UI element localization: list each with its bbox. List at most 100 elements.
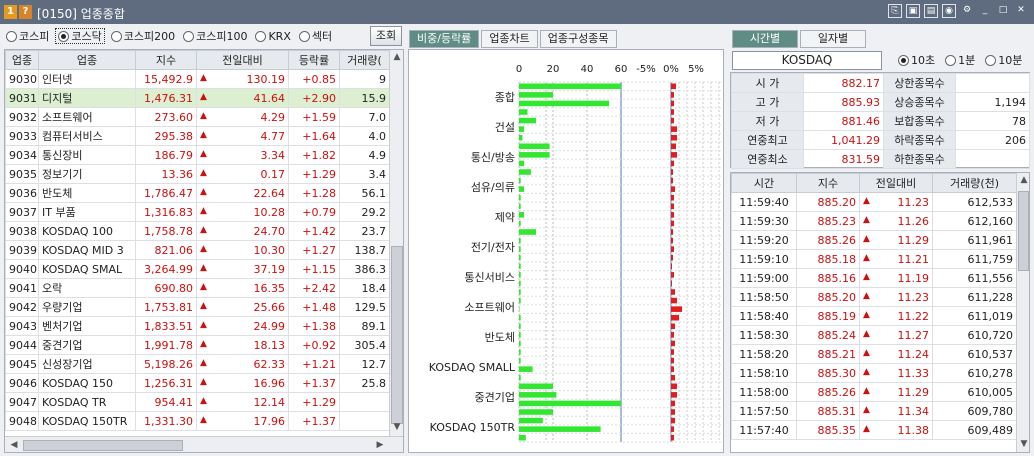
help-badge[interactable]: ? [19, 5, 32, 19]
column-header[interactable]: 거래량( [339, 50, 390, 70]
sector-volume: 3.4 [339, 164, 390, 184]
column-header[interactable]: 전일대비 [859, 173, 933, 193]
column-header[interactable]: 거래량(천) [932, 173, 1017, 193]
table-row[interactable]: 9032 소프트웨어 273.60 ▲ 4.29 +1.59 7.0 [5, 107, 390, 127]
volume-cell: 611,556 [932, 268, 1017, 288]
table-row[interactable]: 9035 정보기기 13.36 ▲ 0.17 +1.29 3.4 [5, 164, 390, 184]
market-radio-4[interactable]: KRX [253, 28, 292, 44]
table-row[interactable]: 11:57:40 885.35 ▲ 11.38 609,489 [731, 420, 1017, 440]
scroll-up-arrow[interactable]: ▲ [1017, 175, 1029, 185]
save-icon[interactable]: ▣ [906, 4, 920, 18]
table-row[interactable]: 11:58:20 885.21 ▲ 11.24 610,537 [731, 344, 1017, 364]
tab-1[interactable]: 업종차트 [481, 30, 538, 48]
minimize-icon[interactable]: _ [978, 4, 992, 18]
volume-cell: 611,961 [932, 230, 1017, 250]
table-row[interactable]: 11:59:40 885.20 ▲ 11.23 612,533 [731, 192, 1017, 212]
camera-icon[interactable]: ◉ [942, 4, 956, 18]
table-row[interactable]: 11:59:10 885.18 ▲ 11.21 611,759 [731, 249, 1017, 269]
scroll-thumb[interactable] [1018, 191, 1029, 271]
time-series-scrollbar[interactable]: ▲ ▼ [1016, 173, 1029, 452]
link-icon[interactable]: ⎘ [888, 4, 902, 18]
table-row[interactable]: 11:57:50 885.31 ▲ 11.34 609,780 [731, 401, 1017, 421]
search-button[interactable]: 조회 [370, 26, 402, 46]
print-icon[interactable]: ▤ [924, 4, 938, 18]
rate-bar [671, 126, 677, 132]
gear-icon[interactable]: ⚙ [960, 4, 974, 18]
up-triangle-icon: ▲ [200, 414, 207, 425]
table-row[interactable]: 9040 KOSDAQ SMAL 3,264.99 ▲ 37.19 +1.15 386.3 [5, 259, 390, 279]
market-radio-2[interactable]: 코스피200 [109, 28, 177, 44]
table-row[interactable]: 9041 오락 690.80 ▲ 16.35 +2.42 18.4 [5, 278, 390, 298]
table-row[interactable]: 9031 디지털 1,476.31 ▲ 41.64 +2.90 15.9 [5, 88, 390, 108]
tab-0[interactable]: 비중/등락률 [409, 30, 480, 48]
tab-2[interactable]: 업종구성종목 [539, 30, 617, 48]
table-row[interactable]: 11:59:00 885.16 ▲ 11.19 611,556 [731, 268, 1017, 288]
table-row[interactable]: 11:59:20 885.26 ▲ 11.29 611,961 [731, 230, 1017, 250]
column-header[interactable]: 시간 [731, 173, 797, 193]
table-row[interactable]: 9045 신성장기업 5,198.26 ▲ 62.33 +1.21 12.7 [5, 354, 390, 374]
column-header[interactable]: 전일대비 [196, 50, 289, 70]
weight-bar [519, 263, 521, 270]
column-header[interactable]: 업종 [5, 50, 39, 70]
sector-change: 4.77 [260, 129, 286, 143]
scroll-thumb[interactable] [391, 246, 403, 424]
table-row[interactable]: 9046 KOSDAQ 150 1,256.31 ▲ 16.96 +1.37 25.8 [5, 373, 390, 393]
table-row[interactable]: 9037 IT 부품 1,316.83 ▲ 10.28 +0.79 29.2 [5, 202, 390, 222]
table-row[interactable]: 9044 중견기업 1,991.78 ▲ 18.13 +0.92 305.4 [5, 335, 390, 355]
sector-rate: +1.82 [288, 145, 340, 165]
table-row[interactable]: 9042 우량기업 1,753.81 ▲ 25.66 +1.48 129.5 [5, 297, 390, 317]
tab-1[interactable]: 일자별 [800, 30, 866, 48]
rate-bar [671, 246, 674, 252]
table-row[interactable]: 9043 벤처기업 1,833.51 ▲ 24.99 +1.38 89.1 [5, 316, 390, 336]
tick-label: 60 [615, 64, 628, 75]
interval-radio-2[interactable]: 10분 [983, 52, 1024, 68]
sector-change-cell: ▲ 10.28 [196, 202, 289, 222]
tab-0[interactable]: 시간별 [732, 30, 798, 48]
table-row[interactable]: 9033 컴퓨터서비스 295.38 ▲ 4.77 +1.64 4.0 [5, 126, 390, 146]
table-row[interactable]: 11:59:30 885.23 ▲ 11.26 612,160 [731, 211, 1017, 231]
market-radio-0[interactable]: 코스피 [4, 28, 51, 44]
market-radio-1[interactable]: 코스닥 [55, 28, 105, 44]
horizontal-scrollbar[interactable]: ◀ ▶ [5, 436, 403, 452]
table-row[interactable]: 11:58:00 885.26 ▲ 11.29 610,005 [731, 382, 1017, 402]
table-row[interactable]: 9036 반도체 1,786.47 ▲ 22.64 +1.28 56.1 [5, 183, 390, 203]
market-radio-5[interactable]: 섹터 [297, 28, 334, 44]
scroll-down-arrow[interactable]: ▼ [390, 422, 403, 432]
table-row[interactable]: 9030 인터넷 15,492.9 ▲ 130.19 +0.85 9 [5, 69, 390, 89]
market-name-box[interactable]: KOSDAQ [732, 51, 882, 70]
table-row[interactable]: 9034 통신장비 186.79 ▲ 3.34 +1.82 4.9 [5, 145, 390, 165]
table-row[interactable]: 11:58:50 885.20 ▲ 11.23 611,228 [731, 287, 1017, 307]
radio-dot-icon [6, 30, 17, 42]
category-label: 제약 [495, 210, 515, 224]
rate-bar [671, 426, 674, 432]
column-header[interactable]: 지수 [796, 173, 860, 193]
time-cell: 11:59:00 [731, 268, 797, 288]
table-row[interactable]: 11:58:30 885.24 ▲ 11.27 610,720 [731, 325, 1017, 345]
column-header[interactable]: 등락률 [288, 50, 340, 70]
sector-rate: +0.92 [288, 335, 340, 355]
interval-radio-0[interactable]: 10초 [896, 52, 937, 68]
scroll-down-arrow[interactable]: ▼ [1017, 439, 1029, 449]
scroll-right-arrow[interactable]: ▶ [373, 440, 387, 450]
scroll-up-arrow[interactable]: ▲ [390, 52, 403, 62]
table-row[interactable]: 11:58:10 885.30 ▲ 11.33 610,278 [731, 363, 1017, 383]
vertical-scrollbar[interactable]: ▲ ▼ [389, 50, 403, 436]
hscroll-thumb[interactable] [23, 440, 183, 451]
scroll-left-arrow[interactable]: ◀ [7, 440, 21, 450]
close-icon[interactable]: ✕ [1014, 4, 1028, 18]
interval-radio-1[interactable]: 1분 [943, 52, 977, 68]
table-row[interactable]: 9039 KOSDAQ MID 3 821.06 ▲ 10.30 +1.27 138.7 [5, 240, 390, 260]
table-row[interactable]: 9047 KOSDAQ TR 954.41 ▲ 12.14 +1.29 [5, 392, 390, 412]
market-radio-3[interactable]: 코스피100 [181, 28, 249, 44]
column-header[interactable]: 업종 [38, 50, 136, 70]
sector-name: 신성장기업 [38, 354, 136, 374]
volume-cell: 612,160 [932, 211, 1017, 231]
summary-value: 831.59 [803, 149, 884, 169]
maximize-icon[interactable]: □ [996, 4, 1010, 18]
table-row[interactable]: 11:58:40 885.19 ▲ 11.22 611,019 [731, 306, 1017, 326]
table-row[interactable]: 9048 KOSDAQ 150TR 1,331.30 ▲ 17.96 +1.37 [5, 411, 390, 431]
table-row[interactable]: 9038 KOSDAQ 100 1,758.78 ▲ 24.70 +1.42 23.7 [5, 221, 390, 241]
sector-rate: +1.27 [288, 240, 340, 260]
radio-dot-icon [255, 30, 267, 42]
column-header[interactable]: 지수 [135, 50, 197, 70]
